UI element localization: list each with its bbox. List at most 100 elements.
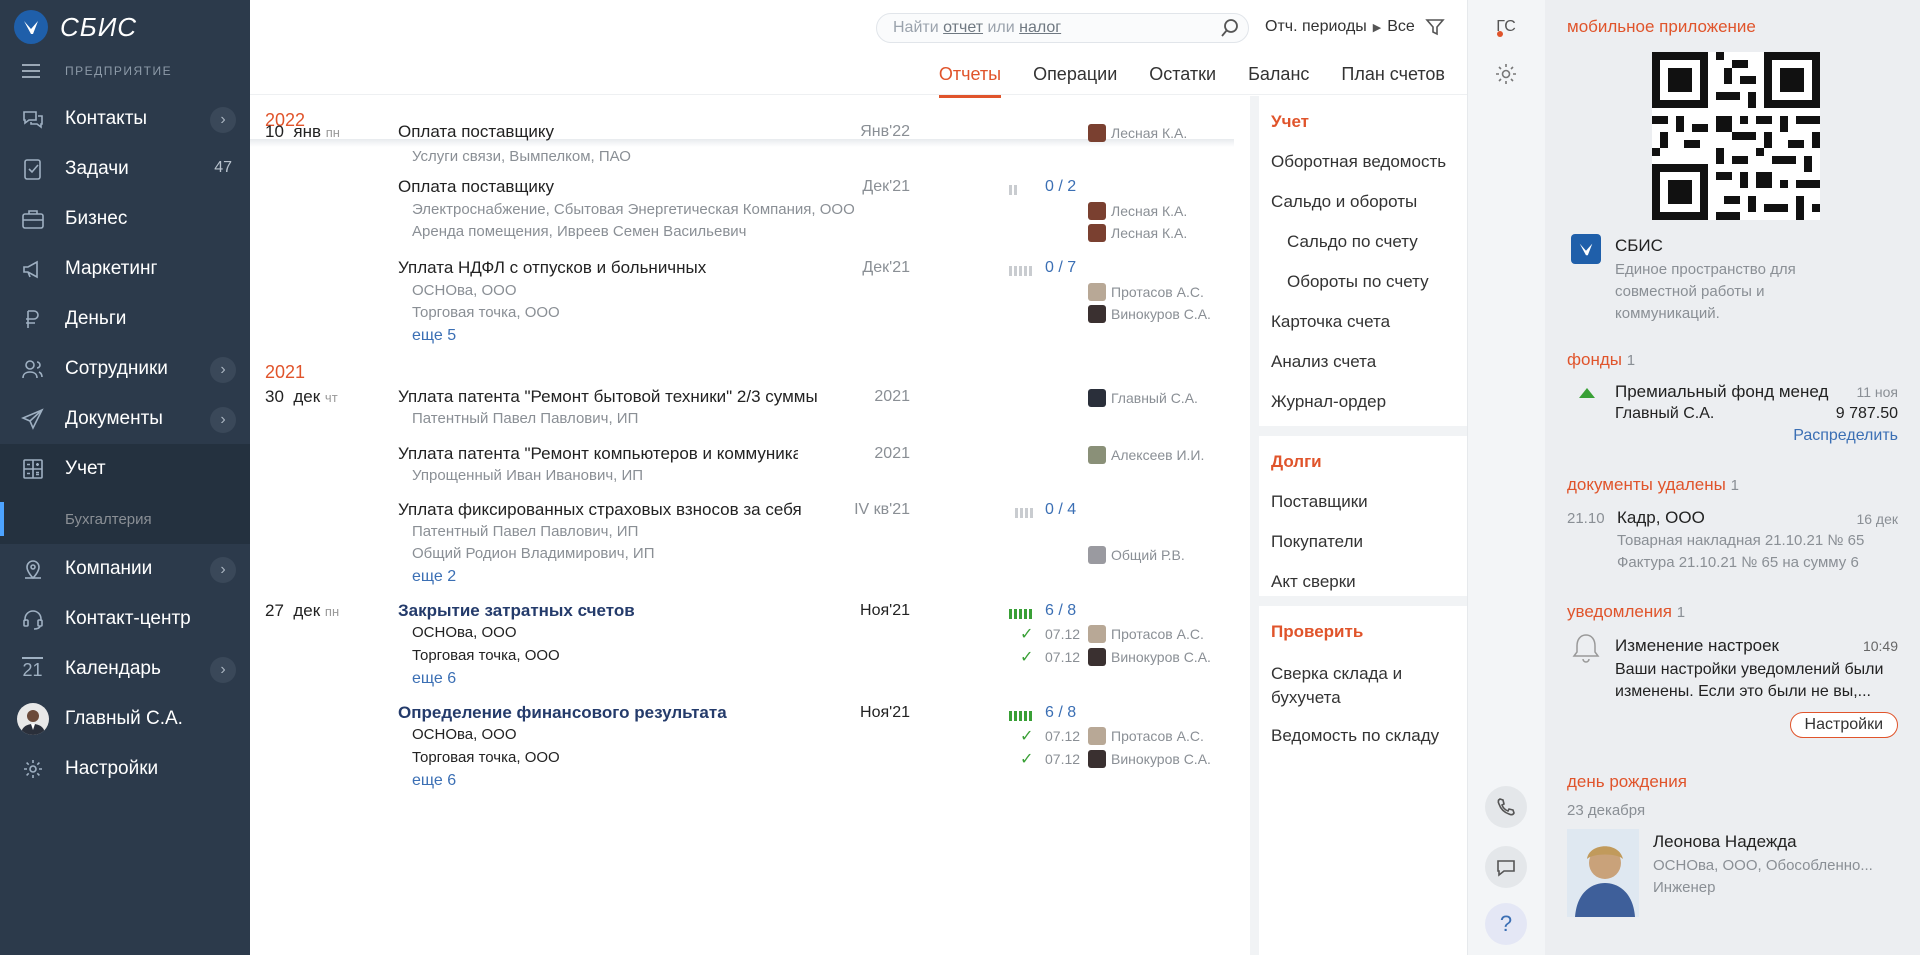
sidebar-item-settings[interactable]: Настройки xyxy=(0,744,250,794)
chat-icon[interactable] xyxy=(1485,846,1527,888)
report-title[interactable]: Оплата поставщику xyxy=(398,177,554,197)
report-subitem[interactable]: Торговая точка, ООО xyxy=(412,304,560,321)
report-title[interactable]: Определение финансового результата xyxy=(398,703,727,723)
filter-icon[interactable] xyxy=(1425,17,1445,42)
menu-item-account-card[interactable]: Карточка счета xyxy=(1271,312,1390,332)
responsible-person[interactable]: Винокуров С.А. xyxy=(1088,648,1211,666)
app-logo[interactable]: СБИС xyxy=(14,10,137,44)
show-more-link[interactable]: еще 6 xyxy=(412,670,456,688)
menu-item-reconciliation-act[interactable]: Акт сверки xyxy=(1271,572,1356,592)
menu-item-warehouse-statement[interactable]: Ведомость по складу xyxy=(1271,726,1439,746)
chevron-right-icon[interactable]: › xyxy=(210,357,236,383)
responsible-person[interactable]: Винокуров С.А. xyxy=(1088,750,1211,768)
tab-balance-sheet[interactable]: Баланс xyxy=(1248,64,1309,96)
sidebar-item-documents[interactable]: Документы › xyxy=(0,394,250,444)
report-title[interactable]: Уплата патента "Ремонт компьютеров и ком… xyxy=(398,444,798,464)
menu-toggle-icon[interactable] xyxy=(22,64,40,82)
sidebar-item-contacts[interactable]: Контакты › xyxy=(0,94,250,144)
report-title[interactable]: Уплата патента "Ремонт бытовой техники" … xyxy=(398,387,818,407)
menu-header-check[interactable]: Проверить xyxy=(1271,622,1363,642)
menu-item-balance-turnover[interactable]: Сальдо и обороты xyxy=(1271,192,1417,212)
menu-item-turnover-sheet[interactable]: Оборотная ведомость xyxy=(1271,152,1446,172)
sidebar-item-profile[interactable]: Главный С.А. xyxy=(0,694,250,744)
app-title[interactable]: СБИС xyxy=(1615,236,1663,256)
report-title[interactable]: Уплата НДФЛ с отпусков и больничных xyxy=(398,258,706,278)
report-subitem[interactable]: Упрощенный Иван Иванович, ИП xyxy=(412,467,643,484)
periods-filter[interactable]: Отч. периоды ▶ Все xyxy=(1265,18,1415,36)
sidebar-item-companies[interactable]: Компании › xyxy=(0,544,250,594)
menu-item-account-balance[interactable]: Сальдо по счету xyxy=(1287,232,1418,252)
report-subitem[interactable]: ОСНОва, ООО xyxy=(412,624,516,641)
menu-item-warehouse-reconciliation[interactable]: Сверка склада и бухучета xyxy=(1271,662,1402,710)
report-subitem[interactable]: Электроснабжение, Сбытовая Энергетическа… xyxy=(412,201,855,218)
responsible-person[interactable]: Общий Р.В. xyxy=(1088,546,1185,564)
search-link-tax[interactable]: налог xyxy=(1019,19,1061,36)
sidebar-item-bookkeeping[interactable]: Бухгалтерия xyxy=(0,494,250,544)
report-subitem[interactable]: Торговая точка, ООО xyxy=(412,749,560,766)
deleted-company[interactable]: Кадр, ООО xyxy=(1617,508,1705,528)
sidebar-item-accounting[interactable]: Учет xyxy=(0,444,250,494)
report-subitem[interactable]: ОСНОва, ООО xyxy=(412,282,516,299)
menu-item-account-analysis[interactable]: Анализ счета xyxy=(1271,352,1376,372)
menu-item-suppliers[interactable]: Поставщики xyxy=(1271,492,1368,512)
birthday-photo[interactable] xyxy=(1567,829,1639,917)
fund-date: 11 ноя xyxy=(1856,384,1898,400)
report-title[interactable]: Оплата поставщику xyxy=(398,122,554,142)
search-link-report[interactable]: отчет xyxy=(943,19,983,36)
responsible-person[interactable]: Лесная К.А. xyxy=(1088,124,1187,142)
report-title[interactable]: Уплата фиксированных страховых взносов з… xyxy=(398,500,802,520)
show-more-link[interactable]: еще 2 xyxy=(412,568,456,586)
chevron-right-icon[interactable]: › xyxy=(210,107,236,133)
tab-balances[interactable]: Остатки xyxy=(1149,64,1216,96)
responsible-person[interactable]: Протасов А.С. xyxy=(1088,625,1204,643)
chevron-right-icon[interactable]: › xyxy=(210,657,236,683)
responsible-person[interactable]: Лесная К.А. xyxy=(1088,202,1187,220)
notification-settings-button[interactable]: Настройки xyxy=(1789,712,1898,738)
responsible-person[interactable]: Алексеев И.И. xyxy=(1088,446,1204,464)
report-subitem[interactable]: Торговая точка, ООО xyxy=(412,647,560,664)
menu-header-accounting[interactable]: Учет xyxy=(1271,112,1309,132)
sidebar-item-contact-center[interactable]: Контакт-центр xyxy=(0,594,250,644)
birthday-name[interactable]: Леонова Надежда xyxy=(1653,832,1797,852)
menu-header-debts[interactable]: Долги xyxy=(1271,452,1322,472)
report-subitem[interactable]: Патентный Павел Павлович, ИП xyxy=(412,523,638,540)
search-icon[interactable] xyxy=(1220,18,1240,43)
distribute-link[interactable]: Распределить xyxy=(1793,427,1898,445)
fund-name[interactable]: Премиальный фонд менед xyxy=(1615,382,1840,402)
show-more-link[interactable]: еще 6 xyxy=(412,772,456,790)
report-subitem[interactable]: Аренда помещения, Ивреев Семен Васильеви… xyxy=(412,223,746,240)
sidebar-item-calendar[interactable]: 21 Календарь › xyxy=(0,644,250,694)
search-input[interactable]: Найти отчет или налог xyxy=(876,13,1249,43)
report-subitem[interactable]: Общий Родион Владимирович, ИП xyxy=(412,545,654,562)
sidebar-item-marketing[interactable]: Маркетинг xyxy=(0,244,250,294)
show-more-link[interactable]: еще 5 xyxy=(412,327,456,345)
report-subitem[interactable]: Услуги связи, Вымпелком, ПАО xyxy=(412,148,631,165)
report-subitem[interactable]: Патентный Павел Павлович, ИП xyxy=(412,410,638,427)
sidebar-item-money[interactable]: Деньги xyxy=(0,294,250,344)
responsible-person[interactable]: Винокуров С.А. xyxy=(1088,305,1211,323)
menu-item-journal-order[interactable]: Журнал-ордер xyxy=(1271,392,1386,412)
sidebar-item-employees[interactable]: Сотрудники › xyxy=(0,344,250,394)
deleted-doc-item[interactable]: Товарная накладная 21.10.21 № 65 xyxy=(1617,532,1898,549)
chevron-right-icon[interactable]: › xyxy=(210,557,236,583)
menu-item-account-turnover[interactable]: Обороты по счету xyxy=(1287,272,1429,292)
tab-reports[interactable]: Отчеты xyxy=(938,64,1002,98)
report-subitem[interactable]: ОСНОва, ООО xyxy=(412,726,516,743)
tab-operations[interactable]: Операции xyxy=(1033,64,1117,96)
sidebar-item-tasks[interactable]: Задачи 47 xyxy=(0,144,250,194)
help-icon[interactable]: ? xyxy=(1485,903,1527,945)
sidebar-item-business[interactable]: Бизнес xyxy=(0,194,250,244)
report-title[interactable]: Закрытие затратных счетов xyxy=(398,601,635,621)
responsible-person[interactable]: Протасов А.С. xyxy=(1088,283,1204,301)
deleted-doc-item[interactable]: Фактура 21.10.21 № 65 на сумму 6 xyxy=(1617,554,1898,571)
responsible-person[interactable]: Лесная К.А. xyxy=(1088,224,1187,242)
phone-icon[interactable] xyxy=(1485,786,1527,828)
settings-gear-icon[interactable] xyxy=(1485,53,1527,95)
tab-chart-of-accounts[interactable]: План счетов xyxy=(1341,64,1445,96)
chevron-right-icon[interactable]: › xyxy=(210,407,236,433)
responsible-person[interactable]: Главный С.А. xyxy=(1088,389,1198,407)
responsible-person[interactable]: Протасов А.С. xyxy=(1088,727,1204,745)
menu-item-customers[interactable]: Покупатели xyxy=(1271,532,1363,552)
notification-title[interactable]: Изменение настроек xyxy=(1615,636,1779,656)
user-initials-button[interactable]: ГС xyxy=(1485,6,1527,48)
